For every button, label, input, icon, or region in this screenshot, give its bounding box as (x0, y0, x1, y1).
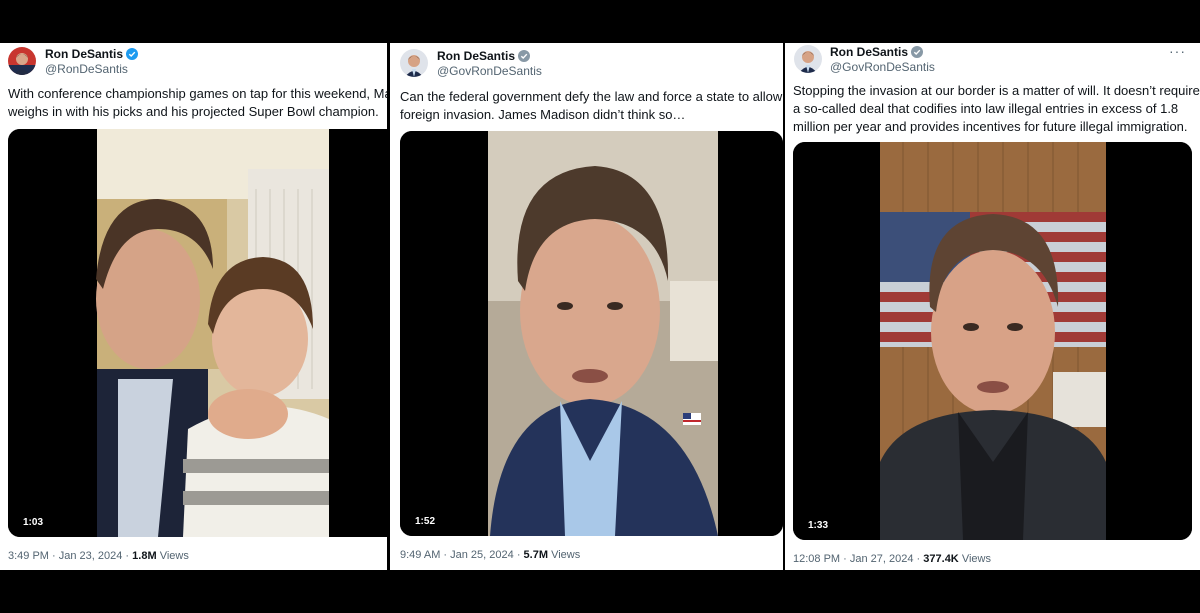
tweet-time[interactable]: 9:49 AM (400, 549, 440, 561)
tweet-date[interactable]: Jan 23, 2024 (59, 550, 123, 562)
display-name[interactable]: Ron DeSantis (437, 49, 531, 63)
tweet-card[interactable]: Ron DeSantis @GovRonDeSantis Can the fed… (390, 43, 783, 570)
tweet-date[interactable]: Jan 25, 2024 (450, 549, 514, 561)
avatar[interactable] (8, 47, 36, 75)
video-player[interactable]: 1:03 (8, 129, 387, 537)
more-options-icon[interactable]: ··· (1169, 43, 1186, 59)
tweet-text-line: Stopping the invasion at our border is a… (793, 83, 1200, 98)
verified-badge-icon (518, 50, 531, 62)
tweet-time[interactable]: 12:08 PM (793, 553, 840, 565)
views-label: Views (159, 550, 189, 562)
video-player[interactable]: 1:33 (793, 142, 1192, 540)
video-duration: 1:52 (411, 515, 440, 528)
tweet-meta: 9:49 AM · Jan 25, 2024 · 5.7M Views (400, 549, 581, 561)
tweet-text: With conference championship games on ta… (8, 85, 387, 121)
display-name[interactable]: Ron DeSantis (830, 45, 924, 59)
tweet-meta: 3:49 PM · Jan 23, 2024 · 1.8M Views (8, 550, 189, 562)
video-player[interactable]: 1:52 (400, 131, 783, 536)
tweet-text: Can the federal government defy the law … (400, 88, 783, 124)
tweet-text: Stopping the invasion at our border is a… (793, 82, 1200, 136)
tweet-text-line: a so-called deal that codifies into law … (793, 101, 1179, 116)
verified-badge-icon (911, 46, 924, 58)
avatar[interactable] (400, 49, 428, 77)
verified-badge-icon (126, 48, 139, 60)
tweet-time[interactable]: 3:49 PM (8, 550, 49, 562)
user-handle[interactable]: @GovRonDeSantis (437, 64, 542, 78)
tweet-meta: 12:08 PM · Jan 27, 2024 · 377.4K Views (793, 553, 991, 565)
views-label: Views (551, 549, 581, 561)
video-frame (400, 131, 783, 536)
view-count: 377.4K (923, 553, 959, 565)
view-count: 5.7M (523, 549, 549, 561)
display-name[interactable]: Ron DeSantis (45, 47, 139, 61)
video-frame (793, 142, 1192, 540)
video-frame (8, 129, 387, 537)
views-label: Views (961, 553, 991, 565)
tweet-text-line: foreign invasion. James Madison didn’t t… (400, 107, 686, 122)
video-duration: 1:03 (19, 516, 48, 529)
tweet-card[interactable]: Ron DeSantis @RonDeSantis With conferenc… (0, 43, 387, 570)
tweet-text-line: Can the federal government defy the law … (400, 89, 783, 104)
tweet-text-line: million per year and provides incentives… (793, 119, 1188, 134)
user-handle[interactable]: @RonDeSantis (45, 62, 128, 76)
tweet-text-line: With conference championship games on ta… (8, 86, 387, 101)
tweet-card[interactable]: ··· Ron DeSantis @GovRonDeSantis Stoppin… (785, 43, 1200, 570)
tweet-date[interactable]: Jan 27, 2024 (850, 553, 914, 565)
user-handle[interactable]: @GovRonDeSantis (830, 60, 935, 74)
tweet-text-line: weighs in with his picks and his project… (8, 104, 379, 119)
video-duration: 1:33 (804, 519, 833, 532)
view-count: 1.8M (132, 550, 157, 562)
avatar[interactable] (794, 45, 822, 73)
